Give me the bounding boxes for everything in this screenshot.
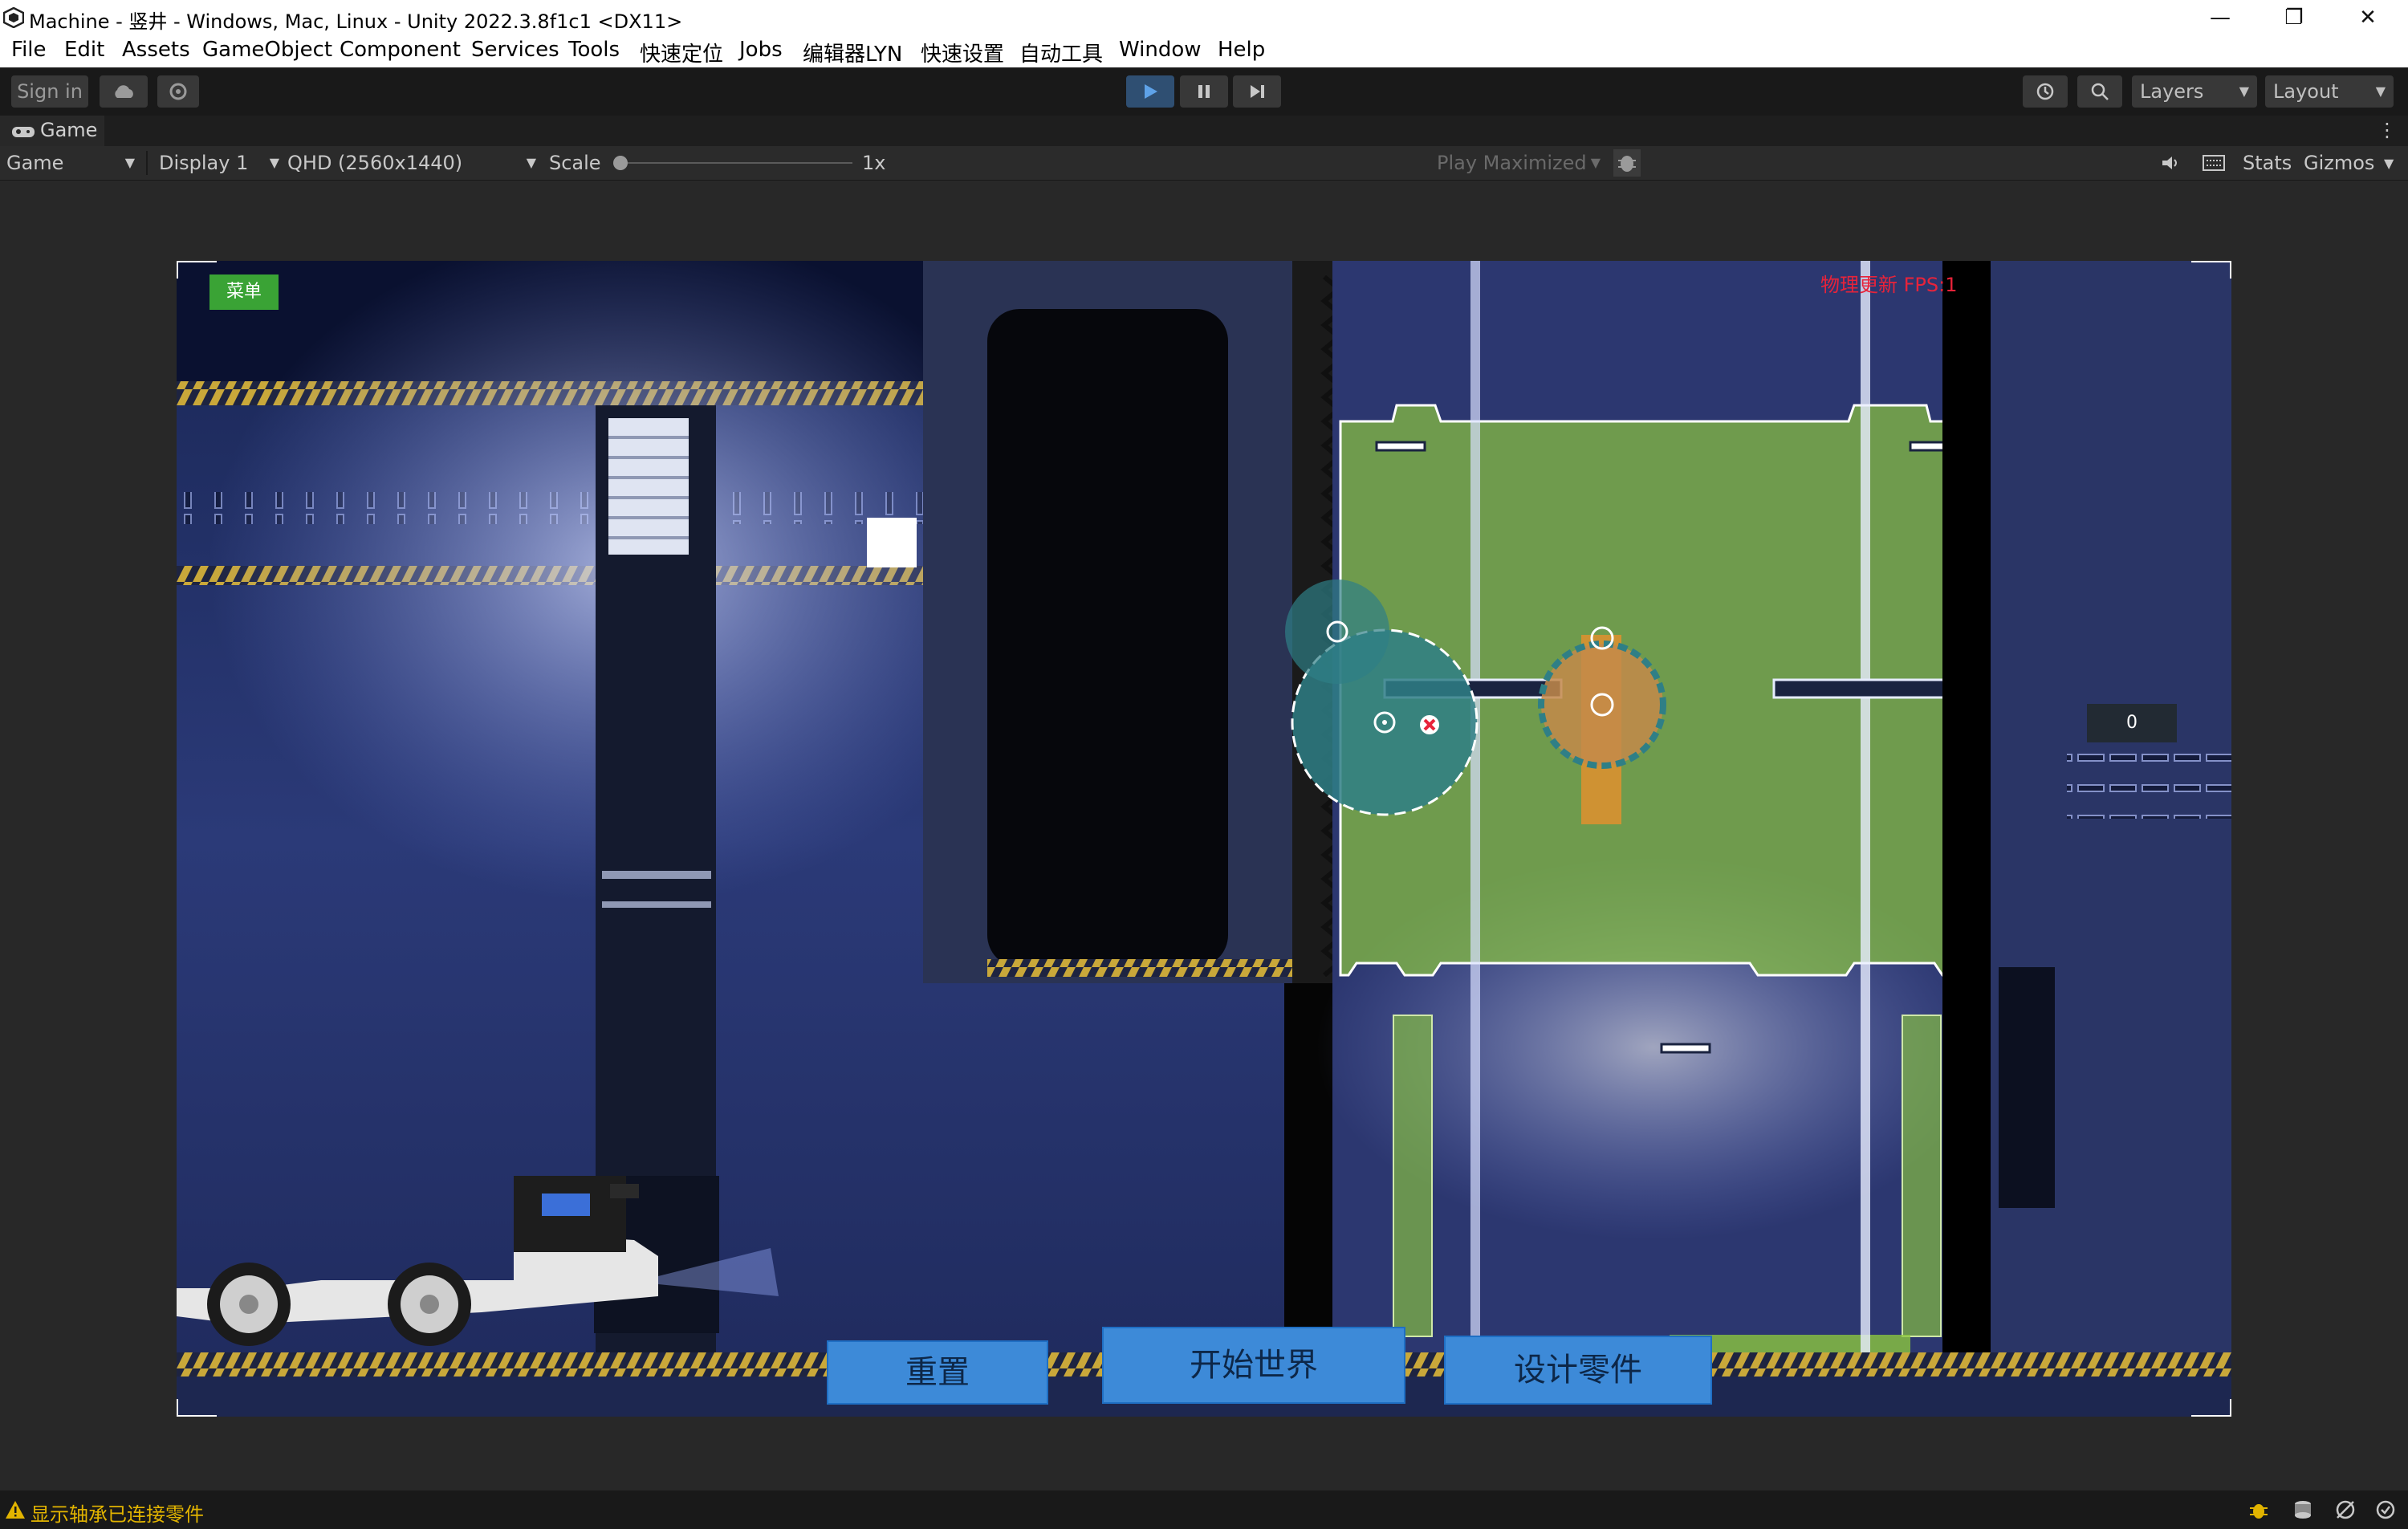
- layout-dropdown[interactable]: Layout ▼: [2265, 75, 2394, 108]
- menu-file[interactable]: File: [11, 38, 47, 62]
- layers-dropdown[interactable]: Layers ▼: [2132, 75, 2257, 108]
- menu-jobs[interactable]: Jobs: [739, 38, 783, 62]
- collab-button[interactable]: [157, 75, 199, 108]
- layout-label: Layout: [2273, 80, 2339, 103]
- gizmos-button[interactable]: Gizmos: [2304, 146, 2374, 180]
- menu-window[interactable]: Window: [1119, 38, 1202, 62]
- step-button[interactable]: [1233, 75, 1281, 108]
- game-view-toolbar: Game ▼ Display 1 ▼ QHD (2560x1440) ▼ Sca…: [0, 146, 2408, 181]
- scale-value: 1x: [862, 152, 886, 174]
- tab-game[interactable]: Game: [0, 116, 104, 146]
- menu-assets[interactable]: Assets: [122, 38, 190, 62]
- menu-gameobject[interactable]: GameObject: [202, 38, 332, 62]
- warning-icon: [6, 1501, 25, 1519]
- restore-button[interactable]: ❐: [2257, 0, 2331, 35]
- settings-gear-icon: [169, 83, 187, 100]
- pause-button[interactable]: [1180, 75, 1228, 108]
- view-mode-label: Game: [6, 152, 64, 174]
- status-message[interactable]: 显示轴承已连接零件: [31, 1499, 204, 1527]
- window-titlebar: Machine - 竖井 - Windows, Mac, Linux - Uni…: [0, 0, 2408, 35]
- menu-tools[interactable]: Tools: [568, 38, 620, 62]
- chevron-down-icon: ▼: [2239, 83, 2249, 99]
- kebab-menu-icon[interactable]: ⋮: [2377, 119, 2397, 141]
- scale-label: Scale: [549, 152, 601, 174]
- chevron-down-icon: ▼: [269, 155, 279, 170]
- layers-label: Layers: [2140, 80, 2204, 103]
- cloud-button[interactable]: [100, 75, 148, 108]
- check-circle-icon[interactable]: [2374, 1499, 2397, 1521]
- start-world-button[interactable]: 开始世界: [1102, 1327, 1405, 1404]
- step-icon: [1251, 85, 1264, 98]
- resolution-dropdown[interactable]: QHD (2560x1440) ▼: [287, 146, 536, 180]
- search-button[interactable]: [2077, 75, 2122, 108]
- divider: [146, 151, 148, 175]
- menu-edit[interactable]: Edit: [64, 38, 104, 62]
- menu-button[interactable]: 菜单: [209, 274, 279, 310]
- resolution-label: QHD (2560x1440): [287, 152, 463, 174]
- undo-history-button[interactable]: [2023, 75, 2068, 108]
- close-button[interactable]: ✕: [2331, 0, 2405, 35]
- main-toolbar: Sign in Layers ▼ Layout ▼: [0, 67, 2408, 116]
- chevron-down-icon: ▼: [1590, 155, 1601, 170]
- audio-icon[interactable]: [2161, 154, 2182, 172]
- play-button[interactable]: [1126, 75, 1174, 108]
- menu-services[interactable]: Services: [471, 38, 559, 62]
- play-mode-dropdown[interactable]: Play Maximized ▼: [1437, 146, 1601, 180]
- gamepad-icon: [12, 127, 35, 137]
- design-parts-button[interactable]: 设计零件: [1444, 1336, 1712, 1405]
- reset-button[interactable]: 重置: [827, 1340, 1048, 1405]
- scale-slider-track[interactable]: [618, 162, 852, 164]
- menu-bar: File Edit Assets GameObject Component Se…: [0, 35, 2408, 67]
- scale-slider-thumb[interactable]: [613, 156, 628, 170]
- counter-display: 0: [2087, 704, 2177, 742]
- stats-button[interactable]: Stats: [2243, 146, 2292, 180]
- menu-editor-lyn[interactable]: 编辑器LYN: [803, 38, 902, 67]
- fps-counter: 物理更新 FPS:1: [1820, 274, 1958, 296]
- play-icon: [1145, 84, 1157, 99]
- menu-help[interactable]: Help: [1218, 38, 1265, 62]
- game-scene: [177, 261, 2231, 1417]
- pause-icon: [1198, 85, 1210, 98]
- network-icon[interactable]: [2334, 1499, 2357, 1521]
- cloud-icon: [115, 85, 133, 98]
- game-tab-row: Game ⋮: [0, 116, 2408, 146]
- game-viewport[interactable]: 菜单 物理更新 FPS:1 0 重置 开始世界 设计零件: [177, 261, 2231, 1417]
- chevron-down-icon: ▼: [2375, 83, 2386, 99]
- menu-quick-settings[interactable]: 快速设置: [921, 38, 1004, 67]
- chevron-down-icon[interactable]: ▼: [2384, 156, 2394, 171]
- minimize-button[interactable]: —: [2183, 0, 2257, 35]
- unity-logo-icon: [3, 7, 24, 28]
- frame-debugger-toggle[interactable]: [1613, 149, 1641, 177]
- window-title: Machine - 竖井 - Windows, Mac, Linux - Uni…: [29, 10, 683, 33]
- keyboard-icon[interactable]: [2203, 154, 2225, 172]
- cache-server-icon[interactable]: [2292, 1499, 2314, 1521]
- chevron-down-icon: ▼: [124, 155, 135, 170]
- search-icon: [2091, 83, 2109, 100]
- menu-auto-tools[interactable]: 自动工具: [1019, 38, 1103, 67]
- tab-game-label: Game: [40, 119, 98, 141]
- history-icon: [2036, 83, 2054, 100]
- display-dropdown[interactable]: Display 1 ▼: [159, 146, 279, 180]
- display-label: Display 1: [159, 152, 249, 174]
- menu-component[interactable]: Component: [340, 38, 461, 62]
- debug-bug-icon[interactable]: [2247, 1499, 2270, 1521]
- status-bar: 显示轴承已连接零件: [0, 1490, 2408, 1529]
- sign-in-button[interactable]: Sign in: [11, 75, 88, 108]
- bug-icon: [1618, 156, 1636, 172]
- view-mode-dropdown[interactable]: Game ▼: [6, 146, 141, 180]
- chevron-down-icon: ▼: [526, 155, 536, 170]
- menu-quick-locate[interactable]: 快速定位: [640, 38, 723, 67]
- play-mode-label: Play Maximized: [1437, 152, 1587, 174]
